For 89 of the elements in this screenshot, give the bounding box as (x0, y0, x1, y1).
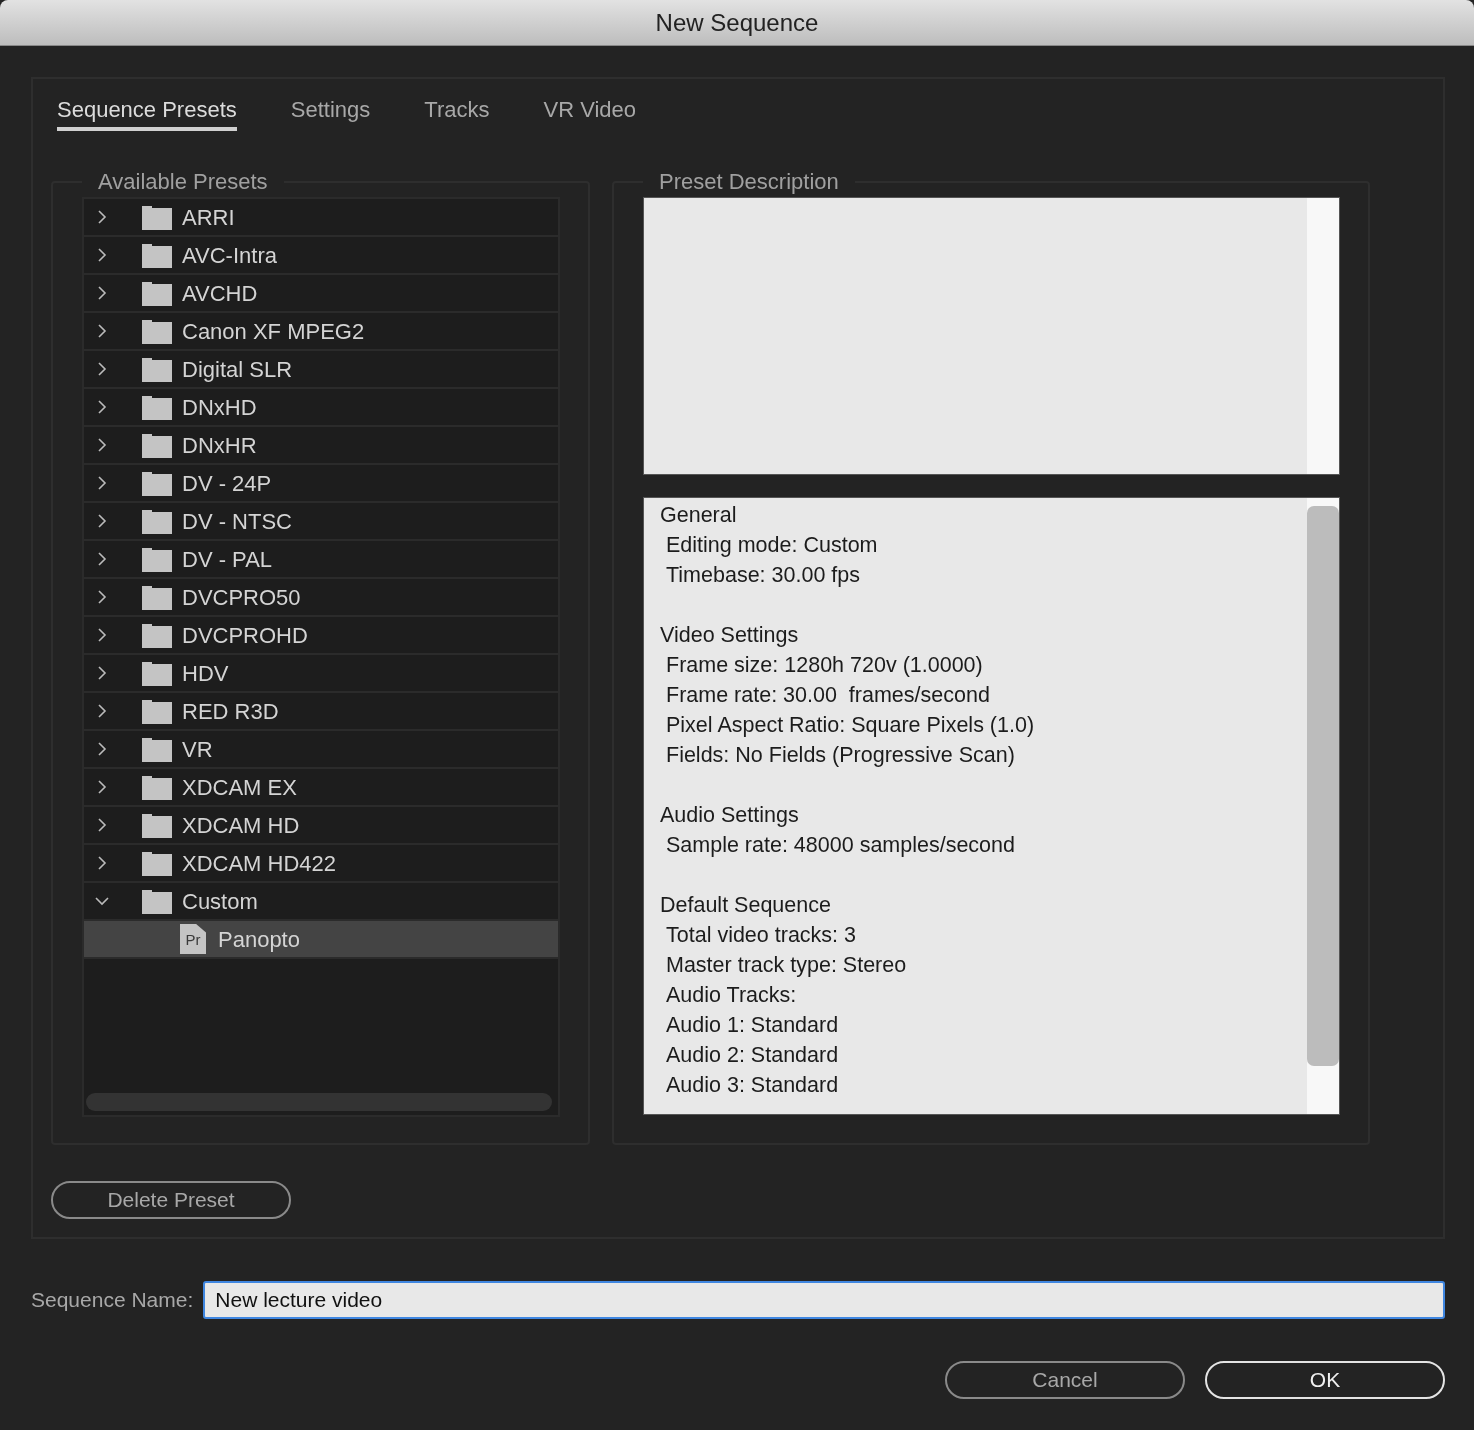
folder-icon (142, 698, 172, 724)
folder-name: HDV (182, 659, 229, 688)
folder-name: XDCAM HD422 (182, 849, 337, 878)
folder-row[interactable]: AVC-Intra (84, 237, 558, 275)
preset-name: Panopto (218, 925, 300, 954)
folder-icon (142, 888, 172, 914)
folder-name: AVC-Intra (182, 241, 277, 270)
folder-row[interactable]: Canon XF MPEG2 (84, 313, 558, 351)
folder-icon (142, 470, 172, 496)
folder-row[interactable]: Digital SLR (84, 351, 558, 389)
folder-name: DVCPROHD (182, 621, 308, 650)
setting-line: Sample rate: 48000 samples/second (665, 832, 1016, 859)
setting-line: Frame rate: 30.00 frames/second (665, 682, 991, 709)
folder-row[interactable]: DV - NTSC (84, 503, 558, 541)
folder-name: XDCAM HD (182, 811, 300, 840)
scrollbar-thumb[interactable] (1307, 506, 1339, 1066)
setting-line: Fields: No Fields (Progressive Scan) (665, 742, 1016, 769)
folder-row[interactable]: DV - PAL (84, 541, 558, 579)
folder-icon (142, 318, 172, 344)
folder-name: DV - 24P (182, 469, 272, 498)
tab[interactable]: Sequence Presets (57, 93, 237, 131)
folder-row[interactable]: DVCPROHD (84, 617, 558, 655)
folder-icon (142, 622, 172, 648)
folder-name: DV - PAL (182, 545, 273, 574)
setting-line: Audio 1: Standard (665, 1012, 840, 1039)
setting-line: Timebase: 30.00 fps (665, 562, 861, 589)
tab[interactable]: VR Video (543, 93, 636, 131)
folder-icon (142, 850, 172, 876)
window-title: New Sequence (655, 7, 819, 38)
folder-row[interactable]: ARRI (84, 199, 558, 237)
folder-name: AVCHD (182, 279, 258, 308)
folder-name: DNxHR (182, 431, 257, 460)
ok-button[interactable]: OK (1205, 1361, 1445, 1399)
folder-icon (142, 356, 172, 382)
folder-row[interactable]: DNxHR (84, 427, 558, 465)
folder-name: Digital SLR (182, 355, 293, 384)
folder-row[interactable]: XDCAM EX (84, 769, 558, 807)
folder-icon (142, 774, 172, 800)
folder-icon (142, 584, 172, 610)
folder-icon (142, 660, 172, 686)
preset-row[interactable]: Pr Panopto (84, 921, 558, 959)
folder-row[interactable]: DV - 24P (84, 465, 558, 503)
setting-line: Audio 3: Standard (665, 1072, 840, 1099)
delete-preset-button[interactable]: Delete Preset (51, 1181, 291, 1219)
setting-line: Audio 2: Standard (665, 1042, 840, 1069)
folder-name: Custom (182, 887, 258, 916)
folder-icon (142, 280, 172, 306)
folder-name: ARRI (182, 203, 235, 232)
folder-row[interactable]: RED R3D (84, 693, 558, 731)
folder-name: DV - NTSC (182, 507, 292, 536)
setting-line: Editing mode: Custom (665, 532, 879, 559)
group-title: Available Presets (97, 168, 269, 196)
setting-line: Pixel Aspect Ratio: Square Pixels (1.0) (665, 712, 1036, 739)
folder-name: XDCAM EX (182, 773, 297, 802)
folder-icon (142, 812, 172, 838)
folder-icon (142, 736, 172, 762)
setting-line: Frame size: 1280h 720v (1.0000) (665, 652, 984, 679)
folder-name: RED R3D (182, 697, 279, 726)
section-heading: Default Sequence (660, 892, 832, 919)
folder-icon (142, 432, 172, 458)
folder-name: DVCPRO50 (182, 583, 301, 612)
folder-name: DNxHD (182, 393, 257, 422)
setting-line: Master track type: Stereo (665, 952, 908, 979)
folder-name: Canon XF MPEG2 (182, 317, 365, 346)
folder-row[interactable]: AVCHD (84, 275, 558, 313)
folder-row[interactable]: XDCAM HD (84, 807, 558, 845)
setting-line: Total video tracks: 3 (665, 922, 857, 949)
section-heading: Audio Settings (660, 802, 800, 829)
folder-icon (142, 546, 172, 572)
preset-file-icon: Pr (180, 924, 206, 954)
folder-row[interactable]: HDV (84, 655, 558, 693)
tab[interactable]: Settings (290, 93, 371, 131)
folder-row[interactable]: DVCPRO50 (84, 579, 558, 617)
folder-icon (142, 508, 172, 534)
folder-name: VR (182, 735, 213, 764)
folder-row[interactable]: VR (84, 731, 558, 769)
field-label: Sequence Name: (31, 1287, 194, 1314)
setting-line: Audio Tracks: (665, 982, 798, 1009)
tab[interactable]: Tracks (424, 93, 490, 131)
cancel-button[interactable]: Cancel (945, 1361, 1185, 1399)
folder-row[interactable]: XDCAM HD422 (84, 845, 558, 883)
sequence-name-field[interactable]: New lecture video (203, 1281, 1445, 1319)
folder-row[interactable]: DNxHD (84, 389, 558, 427)
section-heading: Video Settings (660, 622, 800, 649)
folder-icon (142, 204, 172, 230)
folder-icon (142, 242, 172, 268)
group-title: Preset Description (658, 168, 840, 196)
folder-icon (142, 394, 172, 420)
section-heading: General (660, 502, 738, 529)
